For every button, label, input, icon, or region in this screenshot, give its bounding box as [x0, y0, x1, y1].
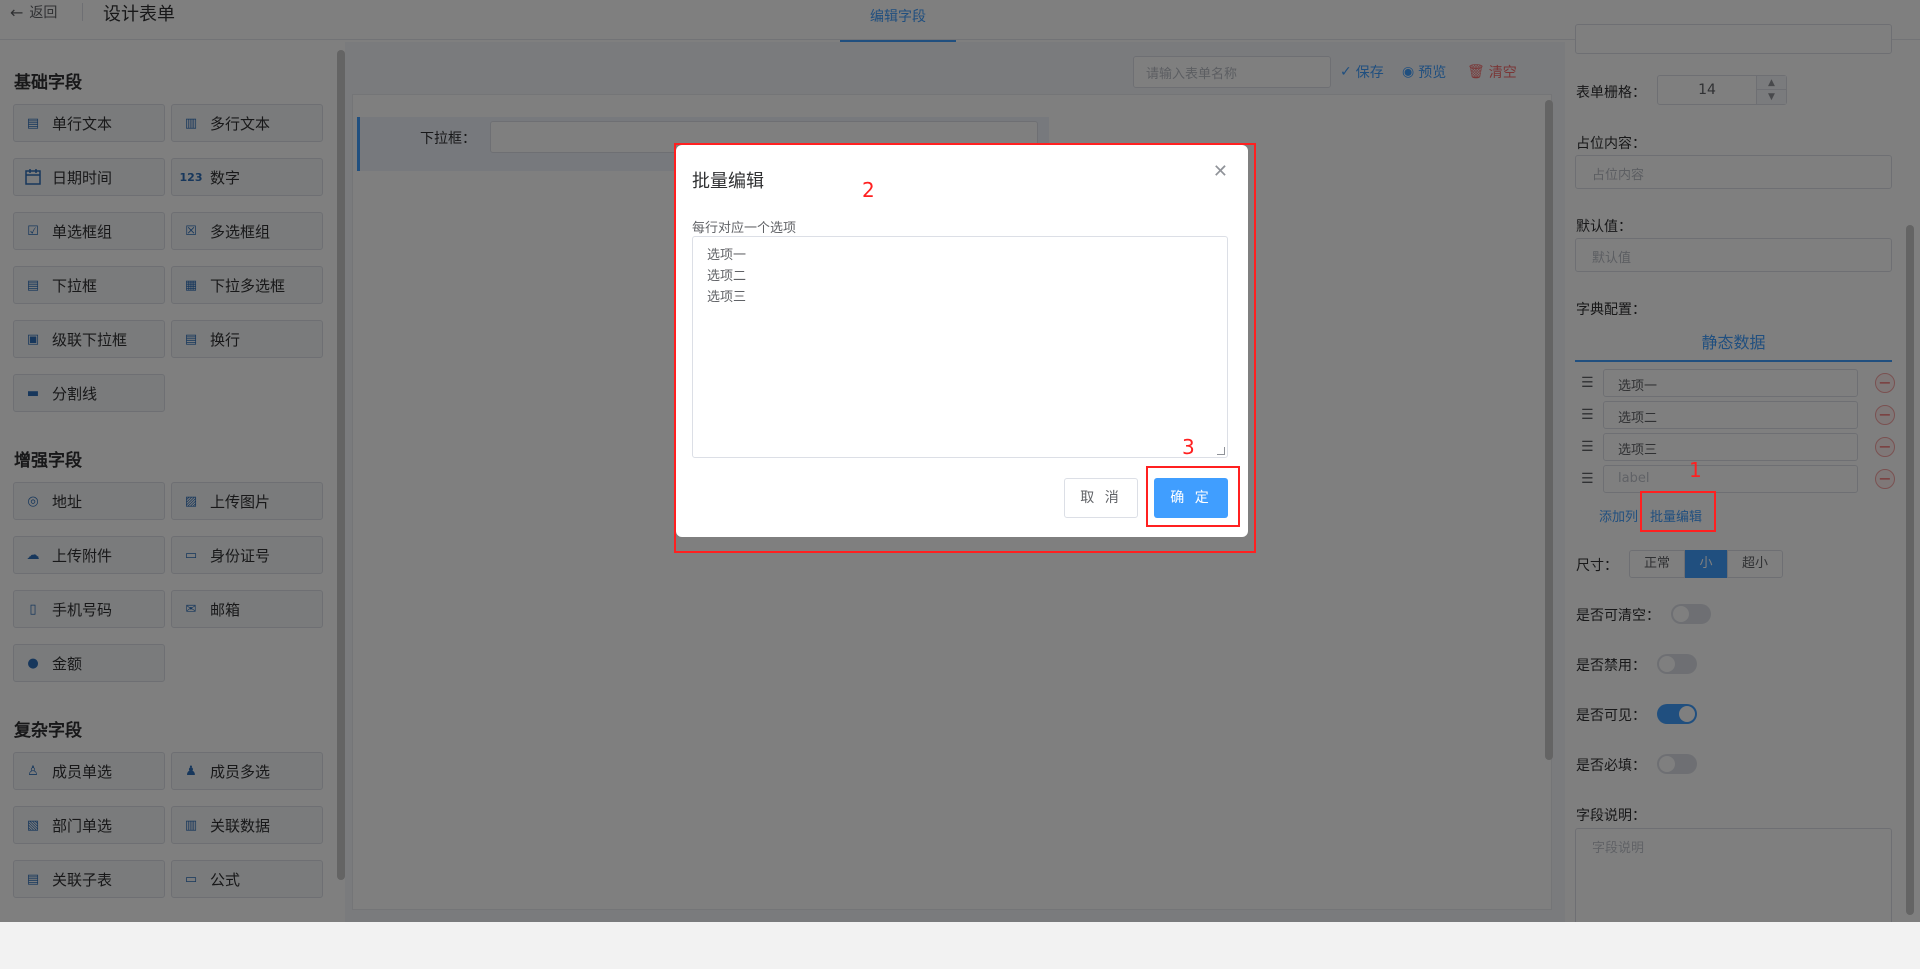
annotation-box-confirm [1146, 466, 1240, 527]
annotation-number: 2 [862, 178, 875, 202]
annotation-box-batch-edit [1640, 491, 1716, 532]
annotation-number: 3 [1182, 435, 1195, 459]
annotation-number: 1 [1689, 458, 1702, 482]
bottom-band [0, 922, 1920, 969]
